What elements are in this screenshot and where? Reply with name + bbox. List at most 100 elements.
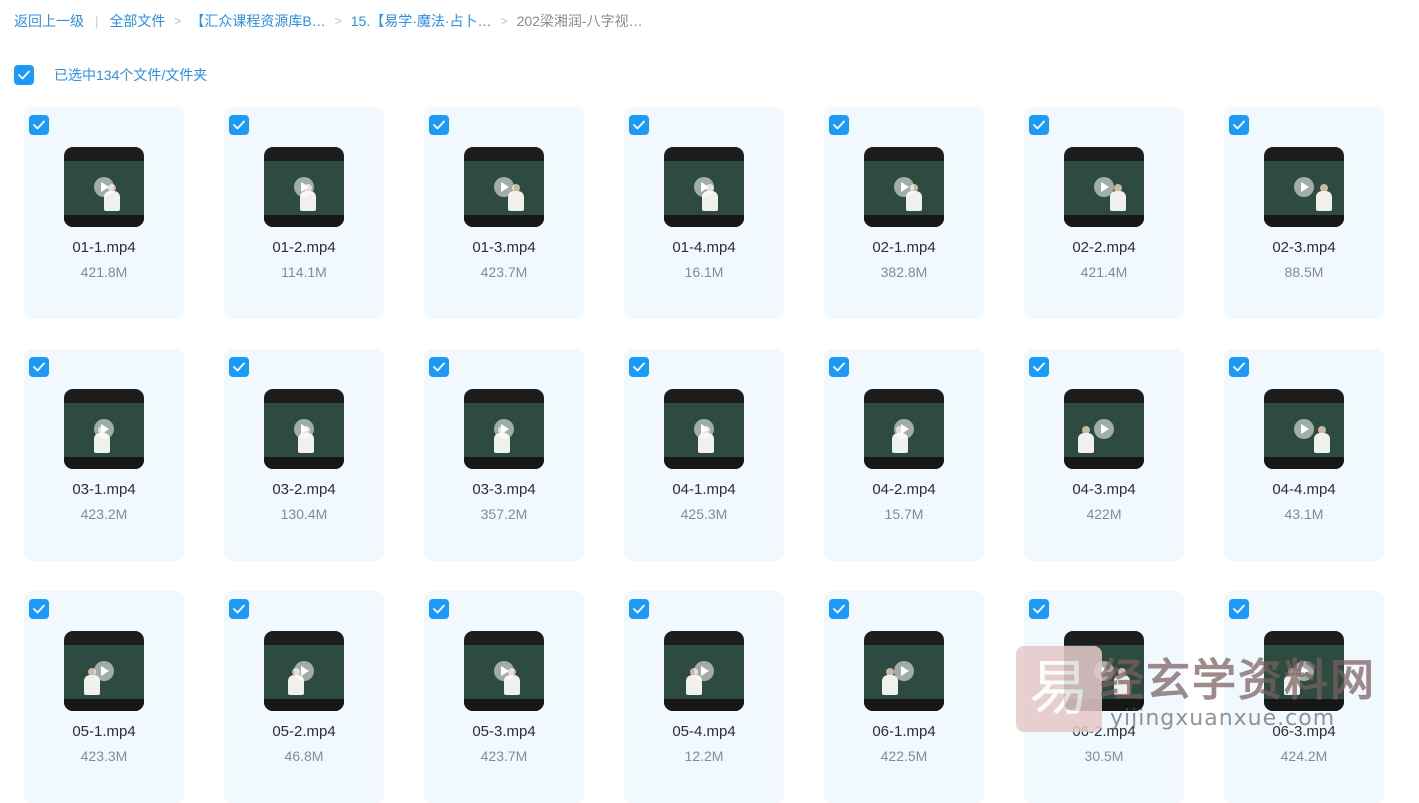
video-thumbnail[interactable] bbox=[664, 389, 744, 469]
video-thumbnail[interactable] bbox=[1064, 389, 1144, 469]
file-checkbox[interactable] bbox=[629, 357, 649, 377]
file-size: 423.3M bbox=[80, 748, 128, 764]
file-card[interactable]: 02-3.mp4 88.5M bbox=[1224, 107, 1384, 319]
video-thumbnail[interactable] bbox=[664, 147, 744, 227]
file-card[interactable]: 04-2.mp4 15.7M bbox=[824, 349, 984, 561]
file-name: 05-1.mp4 bbox=[72, 723, 136, 740]
file-checkbox[interactable] bbox=[1029, 115, 1049, 135]
file-name: 03-1.mp4 bbox=[72, 481, 136, 498]
video-thumbnail[interactable] bbox=[1264, 389, 1344, 469]
file-checkbox[interactable] bbox=[1029, 599, 1049, 619]
file-card[interactable]: 04-3.mp4 422M bbox=[1024, 349, 1184, 561]
video-thumbnail[interactable] bbox=[264, 631, 344, 711]
video-thumbnail[interactable] bbox=[864, 389, 944, 469]
file-card[interactable]: 01-2.mp4 114.1M bbox=[224, 107, 384, 319]
thumbnail-audience bbox=[864, 215, 944, 227]
video-thumbnail[interactable] bbox=[664, 631, 744, 711]
file-name: 06-1.mp4 bbox=[872, 723, 936, 740]
thumbnail-audience bbox=[464, 215, 544, 227]
file-checkbox[interactable] bbox=[229, 357, 249, 377]
breadcrumb-item-all-files[interactable]: 全部文件 bbox=[109, 11, 165, 31]
file-card[interactable]: 04-1.mp4 425.3M bbox=[624, 349, 784, 561]
play-icon bbox=[694, 177, 714, 197]
file-card[interactable]: 03-2.mp4 130.4M bbox=[224, 349, 384, 561]
play-icon bbox=[94, 177, 114, 197]
play-icon bbox=[294, 419, 314, 439]
file-card[interactable]: 05-1.mp4 423.3M bbox=[24, 591, 184, 803]
check-icon bbox=[1033, 120, 1045, 130]
file-checkbox[interactable] bbox=[229, 599, 249, 619]
file-checkbox[interactable] bbox=[629, 599, 649, 619]
check-icon bbox=[233, 604, 245, 614]
check-icon bbox=[18, 70, 30, 80]
select-all-checkbox[interactable] bbox=[14, 65, 34, 85]
play-icon bbox=[894, 419, 914, 439]
file-card[interactable]: 01-1.mp4 421.8M bbox=[24, 107, 184, 319]
file-checkbox[interactable] bbox=[29, 599, 49, 619]
check-icon bbox=[33, 604, 45, 614]
file-card[interactable]: 01-3.mp4 423.7M bbox=[424, 107, 584, 319]
file-checkbox[interactable] bbox=[1229, 599, 1249, 619]
file-checkbox[interactable] bbox=[429, 599, 449, 619]
file-size: 382.8M bbox=[880, 264, 928, 280]
file-checkbox[interactable] bbox=[1229, 357, 1249, 377]
file-size: 422.5M bbox=[880, 748, 928, 764]
video-thumbnail[interactable] bbox=[864, 147, 944, 227]
check-icon bbox=[1233, 120, 1245, 130]
file-name: 01-1.mp4 bbox=[72, 239, 136, 256]
file-card[interactable]: 01-4.mp4 16.1M bbox=[624, 107, 784, 319]
file-checkbox[interactable] bbox=[1229, 115, 1249, 135]
video-thumbnail[interactable] bbox=[464, 389, 544, 469]
file-name: 05-4.mp4 bbox=[672, 723, 736, 740]
play-icon bbox=[494, 419, 514, 439]
video-thumbnail[interactable] bbox=[264, 389, 344, 469]
check-icon bbox=[33, 120, 45, 130]
thumbnail-lecturer bbox=[1078, 433, 1094, 453]
file-name: 02-3.mp4 bbox=[1272, 239, 1336, 256]
video-thumbnail[interactable] bbox=[64, 389, 144, 469]
file-card[interactable]: 05-2.mp4 46.8M bbox=[224, 591, 384, 803]
video-thumbnail[interactable] bbox=[864, 631, 944, 711]
video-thumbnail[interactable] bbox=[464, 631, 544, 711]
file-checkbox[interactable] bbox=[829, 599, 849, 619]
video-thumbnail[interactable] bbox=[264, 147, 344, 227]
file-checkbox[interactable] bbox=[1029, 357, 1049, 377]
file-checkbox[interactable] bbox=[429, 357, 449, 377]
file-checkbox[interactable] bbox=[829, 357, 849, 377]
file-size: 421.8M bbox=[80, 264, 128, 280]
file-name: 03-3.mp4 bbox=[472, 481, 536, 498]
file-name: 02-1.mp4 bbox=[872, 239, 936, 256]
file-checkbox[interactable] bbox=[429, 115, 449, 135]
file-checkbox[interactable] bbox=[29, 357, 49, 377]
file-card[interactable]: 03-3.mp4 357.2M bbox=[424, 349, 584, 561]
file-card[interactable]: 05-3.mp4 423.7M bbox=[424, 591, 584, 803]
file-size: 357.2M bbox=[480, 506, 528, 522]
play-icon bbox=[294, 177, 314, 197]
thumbnail-audience bbox=[1064, 457, 1144, 469]
video-thumbnail[interactable] bbox=[64, 631, 144, 711]
file-size: 424.2M bbox=[1280, 748, 1328, 764]
file-card[interactable]: 06-1.mp4 422.5M bbox=[824, 591, 984, 803]
file-size: 130.4M bbox=[280, 506, 328, 522]
file-checkbox[interactable] bbox=[29, 115, 49, 135]
breadcrumb-item-subfolder[interactable]: 15.【易学·魔法·占卜… bbox=[351, 11, 492, 31]
thumbnail-audience bbox=[464, 699, 544, 711]
file-checkbox[interactable] bbox=[829, 115, 849, 135]
file-checkbox[interactable] bbox=[629, 115, 649, 135]
video-thumbnail[interactable] bbox=[1064, 147, 1144, 227]
file-checkbox[interactable] bbox=[229, 115, 249, 135]
play-icon bbox=[1094, 419, 1114, 439]
video-thumbnail[interactable] bbox=[64, 147, 144, 227]
back-link[interactable]: 返回上一级 bbox=[14, 11, 84, 31]
breadcrumb-item-folder[interactable]: 【汇众课程资源库B… bbox=[190, 11, 325, 31]
check-icon bbox=[833, 120, 845, 130]
file-size: 423.7M bbox=[480, 748, 528, 764]
file-card[interactable]: 03-1.mp4 423.2M bbox=[24, 349, 184, 561]
video-thumbnail[interactable] bbox=[1264, 147, 1344, 227]
video-thumbnail[interactable] bbox=[464, 147, 544, 227]
file-card[interactable]: 02-2.mp4 421.4M bbox=[1024, 107, 1184, 319]
file-card[interactable]: 05-4.mp4 12.2M bbox=[624, 591, 784, 803]
file-card[interactable]: 04-4.mp4 43.1M bbox=[1224, 349, 1384, 561]
file-card[interactable]: 02-1.mp4 382.8M bbox=[824, 107, 984, 319]
thumbnail-lecturer bbox=[1110, 191, 1126, 211]
